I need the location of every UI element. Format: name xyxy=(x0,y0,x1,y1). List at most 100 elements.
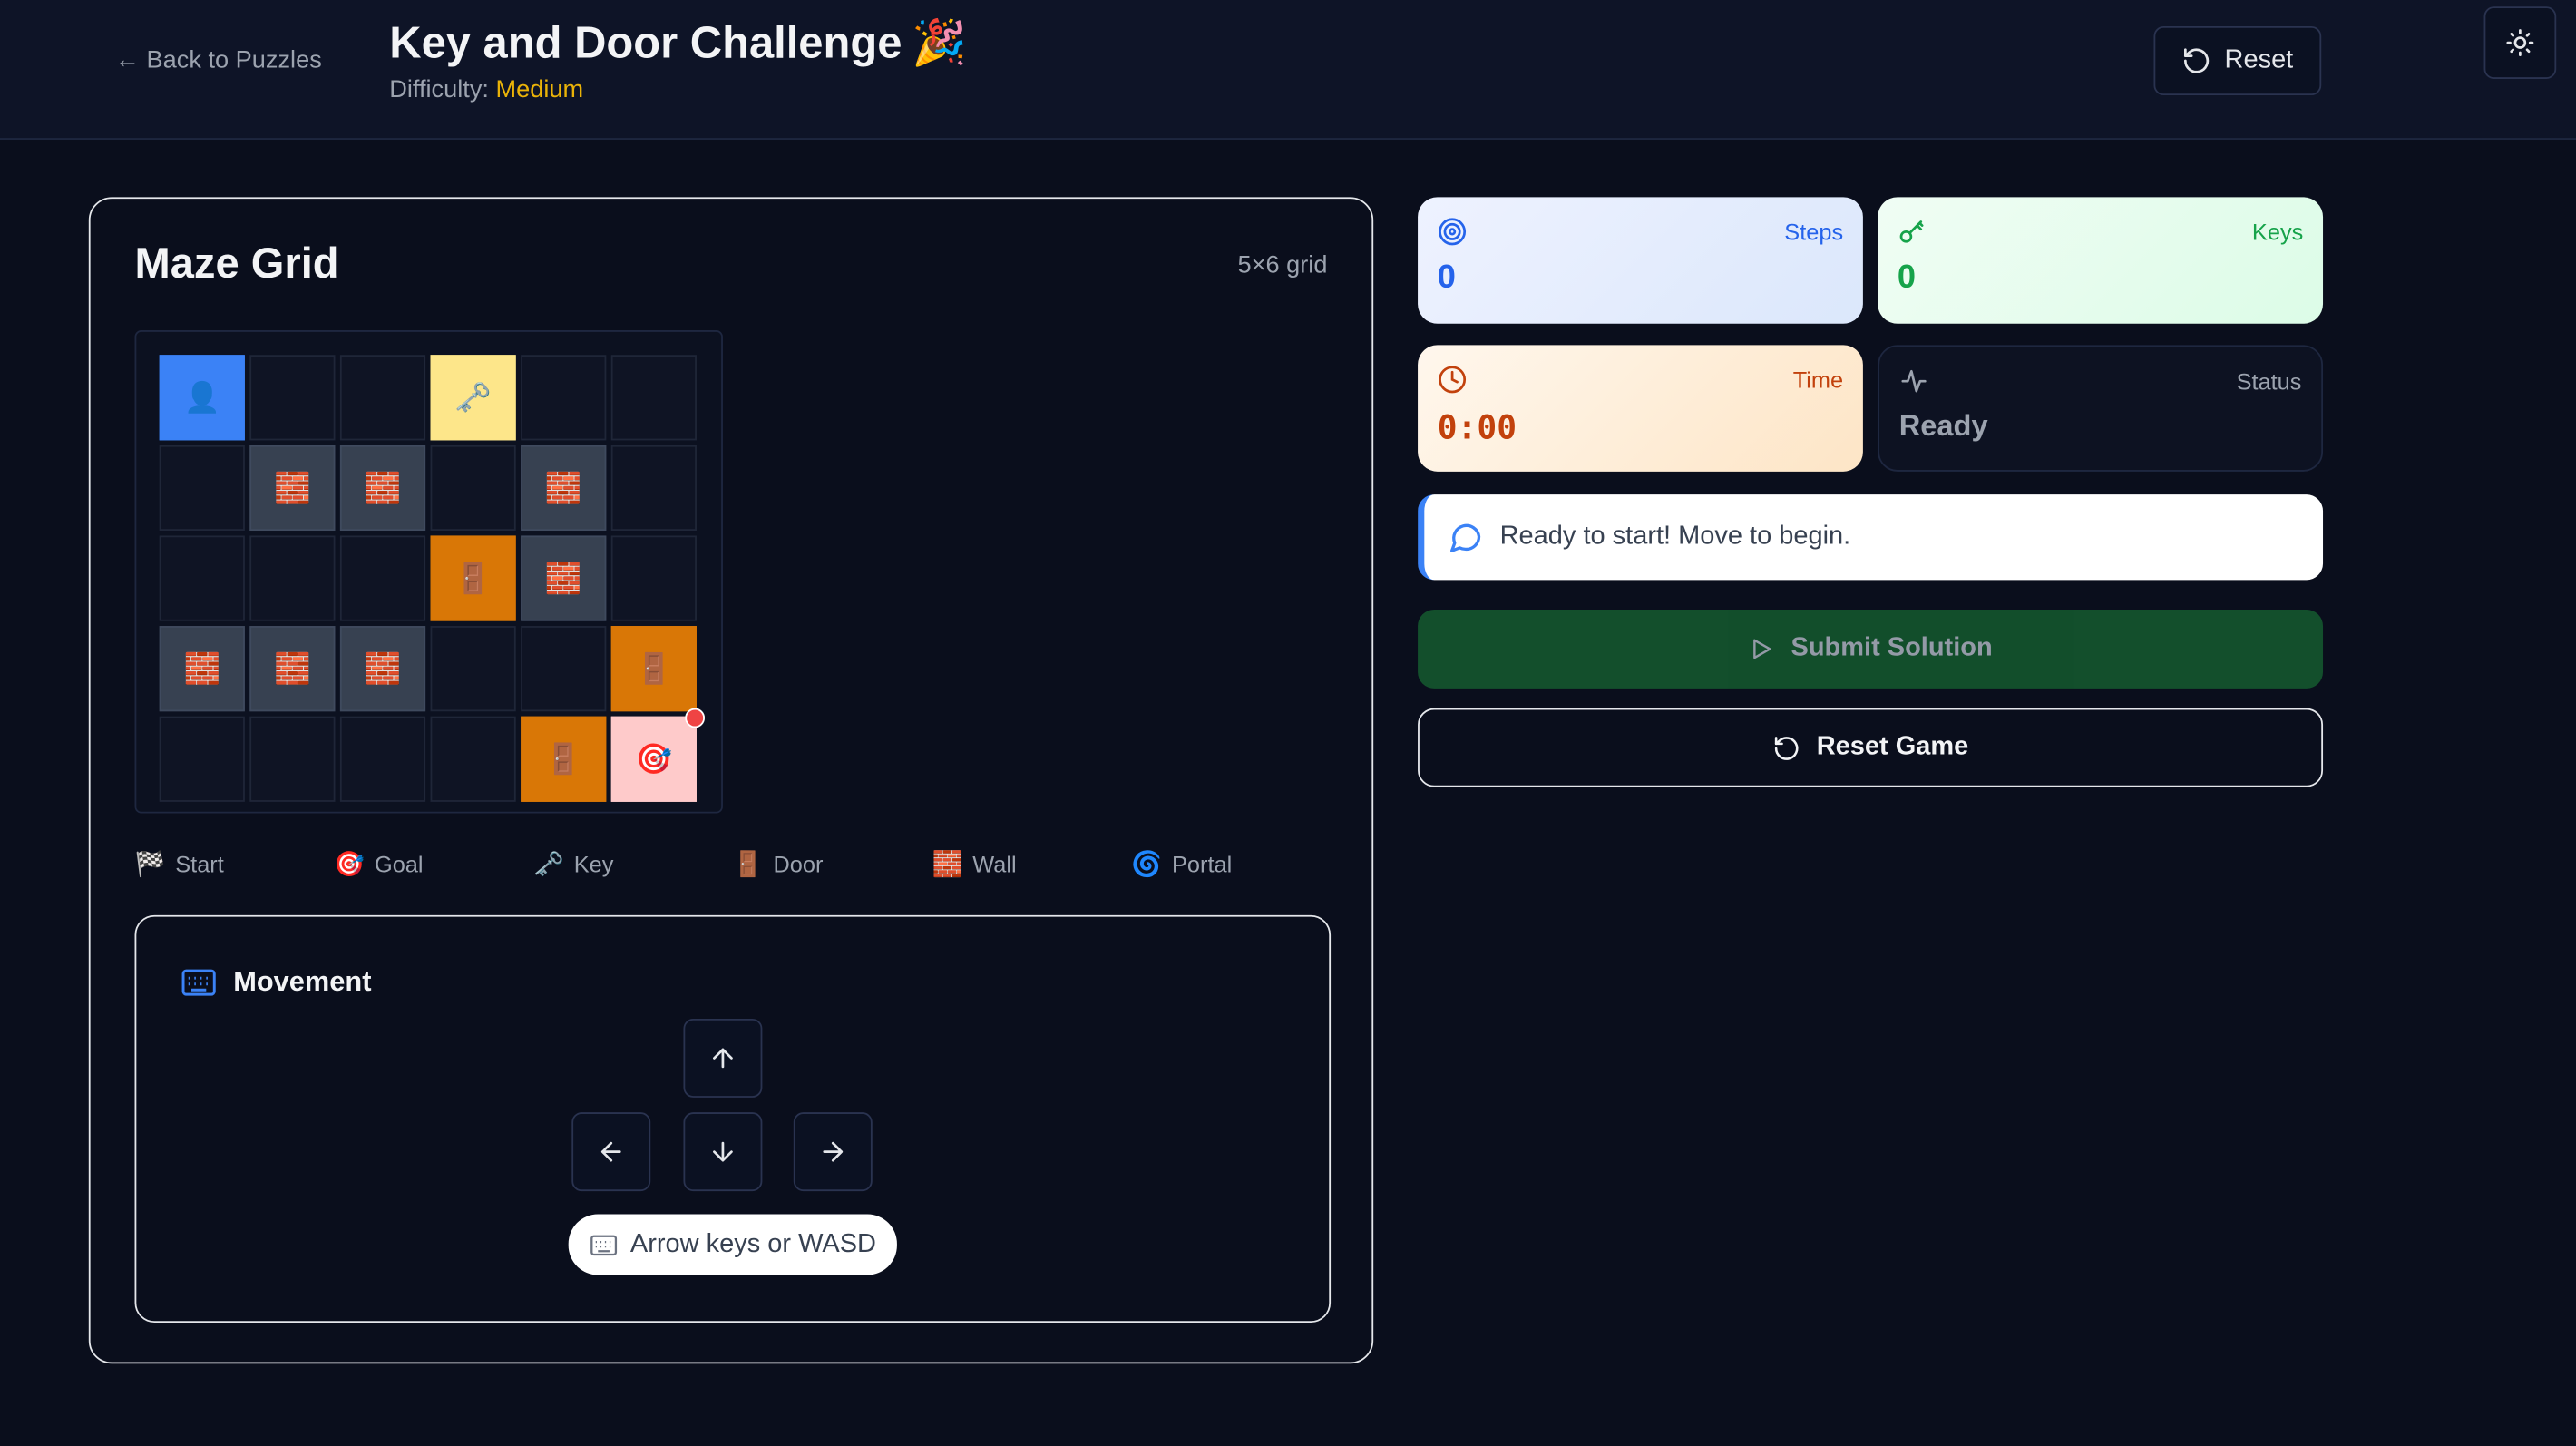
maze-cell-wall[interactable]: 🧱 xyxy=(159,626,245,712)
door-icon: 🚪 xyxy=(544,741,582,775)
arrow-down-icon xyxy=(713,1141,733,1162)
wall-icon: 🧱 xyxy=(274,470,311,504)
header-reset-button[interactable]: Reset xyxy=(2153,25,2322,96)
maze-cell-empty[interactable] xyxy=(430,445,516,532)
move-up-button[interactable] xyxy=(683,1018,763,1098)
maze-cell-empty[interactable] xyxy=(430,716,516,802)
grid-size-label: 5×6 grid xyxy=(1237,251,1328,279)
wall-icon: 🧱 xyxy=(183,651,221,685)
maze-cell-goal[interactable]: 🎯 xyxy=(610,708,706,802)
status-message-text: Ready to start! Move to begin. xyxy=(1499,522,1851,551)
maze-cell-empty[interactable] xyxy=(159,716,245,802)
maze-cell-door[interactable]: 🚪 xyxy=(430,535,516,621)
reset-game-button[interactable]: Reset Game xyxy=(1418,708,2324,787)
portal-legend-icon: 🌀 xyxy=(1131,851,1163,879)
clock-icon xyxy=(1438,365,1468,403)
wall-icon: 🧱 xyxy=(544,470,582,504)
wall-icon: 🧱 xyxy=(364,651,402,685)
status-stat-card: Status Ready xyxy=(1878,345,2324,472)
back-to-puzzles-link[interactable]: ← Back to Puzzles xyxy=(115,46,322,74)
goal-marker-dot xyxy=(685,708,706,728)
movement-title-text: Movement xyxy=(233,965,372,998)
maze-cell-door[interactable]: 🚪 xyxy=(521,716,607,802)
arrow-right-icon xyxy=(823,1141,844,1162)
legend-label: Goal xyxy=(374,851,424,878)
legend-item-goal: 🎯 Goal xyxy=(334,848,533,881)
top-header: ← Back to Puzzles Key and Door Challenge… xyxy=(0,0,2576,140)
time-value: 0:00 xyxy=(1437,407,1517,447)
maze-cell-empty[interactable] xyxy=(159,535,245,621)
theme-toggle-button[interactable] xyxy=(2483,6,2557,79)
maze-cell-start[interactable]: 👤 xyxy=(159,355,245,441)
steps-stat-card: Steps 0 xyxy=(1418,197,1863,324)
key-icon: 🗝️ xyxy=(454,380,492,414)
maze-cell-empty[interactable] xyxy=(339,535,426,621)
maze-card: Maze Grid 5×6 grid 👤 🗝️ 🧱 🧱 🧱 🚪 🧱 🧱 🧱 🧱 🚪 🚪 🎯 🏁 Start… xyxy=(88,197,1374,1364)
play-icon xyxy=(1753,639,1771,659)
steps-label: Steps xyxy=(1784,218,1844,245)
time-label: Time xyxy=(1792,366,1844,393)
message-circle-icon xyxy=(1449,523,1481,552)
maze-cell-empty[interactable] xyxy=(610,445,697,532)
controls-hint: Arrow keys or WASD xyxy=(568,1214,897,1275)
maze-cell-wall[interactable]: 🧱 xyxy=(521,445,607,532)
maze-cell-empty[interactable] xyxy=(521,626,607,712)
header-reset-label: Reset xyxy=(2224,45,2294,74)
submit-solution-button[interactable]: Submit Solution xyxy=(1418,609,2324,689)
maze-cell-wall[interactable]: 🧱 xyxy=(339,445,426,532)
page-title: Key and Door Challenge 🎉 xyxy=(389,16,967,69)
legend-item-portal: 🌀 Portal xyxy=(1131,848,1331,881)
move-left-button[interactable] xyxy=(571,1112,651,1192)
keys-value: 0 xyxy=(1897,259,1917,297)
maze-cell-wall[interactable]: 🧱 xyxy=(249,626,336,712)
move-right-button[interactable] xyxy=(793,1112,873,1192)
legend-label: Portal xyxy=(1171,851,1233,878)
maze-cell-wall[interactable]: 🧱 xyxy=(249,445,336,532)
controls-hint-text: Arrow keys or WASD xyxy=(629,1229,876,1258)
arrow-left-icon xyxy=(600,1141,621,1162)
door-icon: 🚪 xyxy=(635,651,673,685)
door-icon: 🚪 xyxy=(454,561,492,594)
move-down-button[interactable] xyxy=(683,1112,763,1192)
difficulty-label: Difficulty: xyxy=(389,75,489,104)
submit-solution-label: Submit Solution xyxy=(1791,634,1993,662)
maze-cell-wall[interactable]: 🧱 xyxy=(339,626,426,712)
maze-cell-empty[interactable] xyxy=(610,535,697,621)
maze-cell-empty[interactable] xyxy=(249,535,336,621)
maze-cell-empty[interactable] xyxy=(339,716,426,802)
legend-item-start: 🏁 Start xyxy=(135,848,335,881)
status-value: Ready xyxy=(1898,408,1988,443)
movement-panel: Movement Arrow keys or WASD xyxy=(134,914,1332,1324)
maze-cell-empty[interactable] xyxy=(249,716,336,802)
legend-label: Wall xyxy=(972,851,1017,878)
steps-value: 0 xyxy=(1437,259,1456,297)
start-legend-icon: 🏁 xyxy=(134,851,166,879)
wall-legend-icon: 🧱 xyxy=(932,851,963,879)
status-message: Ready to start! Move to begin. xyxy=(1418,494,2324,581)
maze-cell-empty[interactable] xyxy=(430,626,516,712)
key-icon xyxy=(1898,217,1927,255)
legend-item-key: 🗝️ Key xyxy=(533,848,733,881)
wall-icon: 🧱 xyxy=(364,470,402,504)
maze-grid-container: 👤 🗝️ 🧱 🧱 🧱 🚪 🧱 🧱 🧱 🧱 🚪 🚪 🎯 xyxy=(134,330,723,814)
legend-item-door: 🚪 Door xyxy=(733,848,932,881)
movement-title: Movement xyxy=(181,966,371,999)
goal-legend-icon: 🎯 xyxy=(334,851,366,879)
legend-label: Key xyxy=(573,851,614,878)
keys-stat-card: Keys 0 xyxy=(1878,197,2324,324)
arrow-up-icon xyxy=(713,1048,733,1069)
maze-cell-empty[interactable] xyxy=(610,355,697,441)
difficulty-value: Medium xyxy=(495,75,584,104)
maze-cell-door[interactable]: 🚪 xyxy=(610,626,697,712)
maze-cell-key[interactable]: 🗝️ xyxy=(430,355,516,441)
maze-cell-empty[interactable] xyxy=(521,355,607,441)
maze-cell-empty[interactable] xyxy=(159,445,245,532)
maze-cell-empty[interactable] xyxy=(249,355,336,441)
keyboard-icon xyxy=(181,969,216,996)
reset-game-label: Reset Game xyxy=(1816,732,1969,761)
maze-cell-wall[interactable]: 🧱 xyxy=(521,535,607,621)
rotate-ccw-icon xyxy=(2184,48,2210,73)
rotate-ccw-icon xyxy=(1774,736,1799,759)
door-legend-icon: 🚪 xyxy=(732,851,764,879)
maze-cell-empty[interactable] xyxy=(339,355,426,441)
